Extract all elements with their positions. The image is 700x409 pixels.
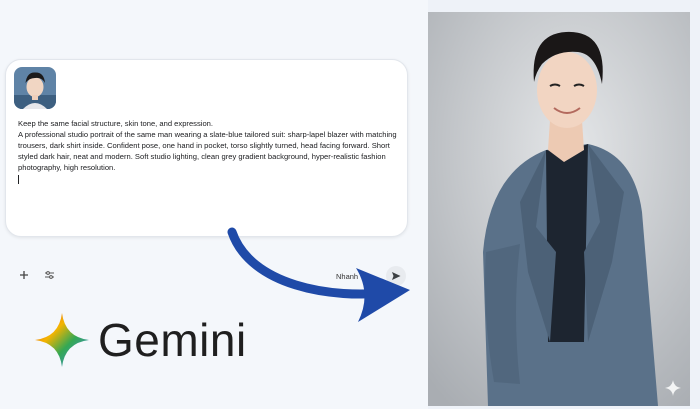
sparkle-watermark-icon <box>665 380 681 396</box>
gemini-wordmark: Gemini <box>98 314 247 366</box>
generated-portrait-image <box>428 12 690 406</box>
gemini-star-icon <box>35 313 89 367</box>
